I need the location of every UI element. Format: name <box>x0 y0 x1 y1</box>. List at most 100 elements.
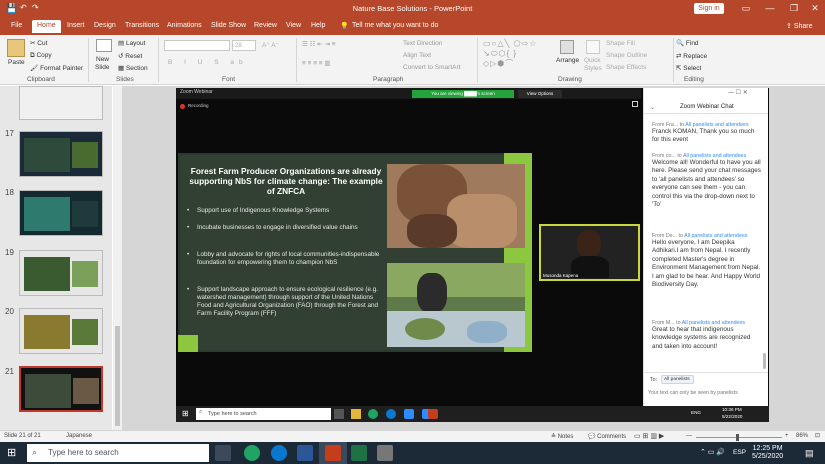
taskbar-clock[interactable]: 12:25 PM 5/25/2020 <box>752 445 783 461</box>
participant-face <box>577 230 601 258</box>
select-button[interactable]: ⇱ Select <box>676 64 701 72</box>
chevron-down-icon[interactable]: ⌄ <box>650 104 655 111</box>
chat-scrollbar[interactable] <box>763 353 766 369</box>
replace-button[interactable]: ⇄ Replace <box>676 52 707 60</box>
slide-thumbnail[interactable] <box>19 86 103 120</box>
new-slide-label[interactable]: New <box>96 56 109 63</box>
convert-smartart-button[interactable]: Convert to SmartArt <box>403 64 460 71</box>
word-icon[interactable] <box>297 445 313 461</box>
tab-design[interactable]: Design <box>94 22 116 29</box>
notifications-icon[interactable]: ▤ <box>805 448 814 459</box>
copy-button[interactable]: ⧉ Copy <box>30 52 52 60</box>
tab-view[interactable]: View <box>286 22 301 29</box>
participant-name: Musonda Kapena <box>543 273 579 278</box>
zoom-slider-thumb[interactable] <box>736 434 739 441</box>
new-slide-label-2[interactable]: Slide <box>95 64 109 71</box>
zoom-slider[interactable] <box>696 437 782 438</box>
slide-thumbnail-selected[interactable] <box>19 366 103 412</box>
font-size-select[interactable]: 28 <box>232 40 256 51</box>
fit-slide-icon[interactable]: ⊡ <box>815 432 820 439</box>
font-family-select[interactable] <box>164 40 230 51</box>
scroll-thumb[interactable] <box>115 326 120 426</box>
slide-thumbnail[interactable] <box>19 131 103 177</box>
zoom-app-icon[interactable] <box>404 409 414 419</box>
styles-label[interactable]: Styles <box>584 65 602 72</box>
quick-label[interactable]: Quick <box>584 57 601 64</box>
zoom-level[interactable]: 86% <box>796 433 808 439</box>
taskbar-search-box[interactable]: ⌕ Type here to search <box>27 444 209 462</box>
thumbnail-scrollbar[interactable] <box>113 86 122 430</box>
share-button[interactable]: ⇪ Share <box>786 22 813 30</box>
edge-icon[interactable] <box>271 445 287 461</box>
align-text-button[interactable]: Align Text <box>403 52 431 59</box>
zoom-window-title: Zoom Webinar <box>180 89 213 95</box>
shapes-gallery[interactable]: ▭○△╲ ⬠⇨☆ ↘⬭⬡{ } ◇▷⬢⌒ <box>483 39 553 73</box>
arrange-label[interactable]: Arrange <box>556 57 579 64</box>
tab-file[interactable]: File <box>11 22 22 29</box>
align-buttons[interactable]: ≡ ≡ ≡ ≡ ▥ <box>302 59 331 67</box>
comments-button[interactable]: 💬 Comments <box>588 433 626 440</box>
maximize-icon[interactable]: ❐ <box>784 2 804 15</box>
arrange-icon[interactable] <box>560 40 574 54</box>
section-button[interactable]: ▦ Section <box>118 64 148 72</box>
paste-label[interactable]: Paste <box>8 59 25 66</box>
tab-help[interactable]: Help <box>311 22 325 29</box>
shape-outline-button[interactable]: Shape Outline <box>606 52 647 59</box>
quick-styles-icon[interactable] <box>586 40 600 54</box>
slide-thumbnail[interactable] <box>19 308 103 354</box>
zoom-in-icon[interactable]: + <box>785 433 789 439</box>
recipient-select[interactable]: All panelists <box>661 375 694 384</box>
chat-header: Zoom Webinar Chat <box>680 104 734 110</box>
zoom-out-icon[interactable]: — <box>686 433 692 439</box>
windows-start-icon[interactable]: ⊞ <box>182 409 189 418</box>
close-icon[interactable]: ✕ <box>805 2 825 15</box>
photos-icon[interactable] <box>377 445 393 461</box>
tab-slide-show[interactable]: Slide Show <box>211 22 246 29</box>
shape-effects-button[interactable]: Shape Effects <box>606 64 646 71</box>
format-painter-button[interactable]: 🖌 Format Painter <box>30 64 83 72</box>
inner-tray-lang: ENG <box>691 410 701 415</box>
text-direction-button[interactable]: Text Direction <box>403 40 442 47</box>
layout-button[interactable]: ▤ Layout <box>118 39 145 47</box>
tab-animations[interactable]: Animations <box>167 22 202 29</box>
edge-icon[interactable] <box>386 409 396 419</box>
chrome-icon[interactable] <box>244 445 260 461</box>
windows-start-icon[interactable]: ⊞ <box>7 446 16 459</box>
system-tray-icons[interactable]: ⌃ ▭ 🔊 <box>700 448 725 456</box>
task-view-icon[interactable] <box>215 445 231 461</box>
tab-review[interactable]: Review <box>254 22 277 29</box>
slide-thumbnail[interactable] <box>19 190 103 236</box>
find-button[interactable]: 🔍 Find <box>676 39 699 47</box>
notes-button[interactable]: ≙ Notes <box>551 433 573 440</box>
chat-window-controls[interactable]: — ☐ ✕ <box>728 89 748 96</box>
list-buttons[interactable]: ☰ ☷ ⇤ ⇥ ≡ <box>302 40 336 48</box>
tab-insert[interactable]: Insert <box>67 22 85 29</box>
chrome-icon[interactable] <box>368 409 378 419</box>
ribbon-display-icon[interactable]: ▭ <box>736 2 756 15</box>
inner-search-box[interactable]: ⌕ Type here to search <box>196 408 331 420</box>
paste-icon[interactable] <box>7 39 25 57</box>
chat-input[interactable] <box>648 387 764 398</box>
input-language[interactable]: ESP <box>733 449 746 456</box>
tell-me-field[interactable]: Tell me what you want to do <box>352 22 438 29</box>
view-options-button[interactable]: View Options <box>518 90 562 98</box>
sign-in-button[interactable]: Sign in <box>694 3 724 14</box>
grow-font-icon[interactable]: A⁺ A⁻ <box>262 41 279 49</box>
reset-button[interactable]: ↺ Reset <box>118 52 142 60</box>
task-view-icon[interactable] <box>334 409 344 419</box>
excel-icon[interactable] <box>351 445 367 461</box>
view-buttons[interactable]: ▭ ⊞ ▥ ▶ <box>634 432 664 440</box>
file-explorer-icon[interactable] <box>351 409 361 419</box>
fullscreen-icon[interactable] <box>632 101 638 107</box>
powerpoint-app-icon[interactable] <box>428 409 438 419</box>
shape-fill-button[interactable]: Shape Fill <box>606 40 635 47</box>
cut-button[interactable]: ✂ Cut <box>30 39 47 47</box>
font-format-buttons[interactable]: B I U S ab <box>168 59 248 66</box>
language-indicator[interactable]: Japanese <box>66 433 92 439</box>
tab-transitions[interactable]: Transitions <box>125 22 159 29</box>
tab-home[interactable]: Home <box>32 20 61 33</box>
slide-thumbnail[interactable] <box>19 250 103 296</box>
new-slide-icon[interactable] <box>96 39 112 52</box>
powerpoint-icon[interactable] <box>325 445 341 461</box>
minimize-icon[interactable]: — <box>760 2 780 15</box>
